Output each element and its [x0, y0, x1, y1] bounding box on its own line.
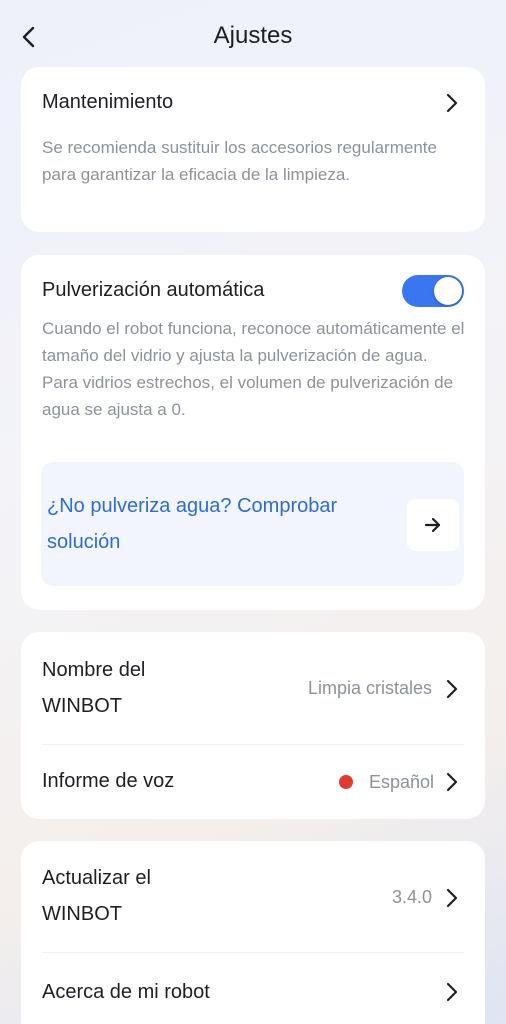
troubleshoot-link[interactable]: ¿No pulveriza agua? Comprobar solución: [41, 462, 464, 586]
auto-spray-card: Pulverización automática Cuando el robot…: [21, 255, 485, 610]
troubleshoot-arrow-button[interactable]: [407, 499, 459, 551]
header: Ajustes: [0, 0, 506, 72]
maintenance-title: Mantenimiento: [42, 91, 174, 113]
firmware-version: 3.4.0: [391, 887, 432, 907]
robot-name-value: Limpia cristales: [307, 678, 432, 698]
page-title: Ajustes: [213, 22, 293, 49]
system-card: Actualizar el WINBOT 3.4.0 Acerca de mi …: [21, 841, 485, 1024]
toggle-knob: [434, 277, 462, 305]
device-card: Nombre del WINBOT Limpia cristales Infor…: [21, 632, 485, 819]
arrow-right-icon: [424, 517, 441, 533]
about-robot-row[interactable]: Acerca de mi robot: [21, 953, 485, 1024]
robot-name-label: Nombre del WINBOT: [42, 659, 146, 717]
chevron-right-icon: [442, 980, 462, 1004]
chevron-right-icon: [442, 677, 462, 701]
voice-report-row[interactable]: Informe de voz Español: [21, 745, 485, 819]
auto-spray-description: Cuando el robot funciona, reconoce autom…: [42, 319, 465, 419]
auto-spray-toggle[interactable]: [402, 275, 464, 307]
auto-spray-title: Pulverización automática: [42, 279, 265, 301]
chevron-right-icon: [442, 770, 462, 794]
chevron-right-icon: [442, 91, 462, 115]
update-label: Actualizar el WINBOT: [42, 867, 151, 925]
troubleshoot-text: ¿No pulveriza agua? Comprobar solución: [47, 495, 338, 553]
voice-status-dot: [339, 775, 353, 789]
maintenance-card[interactable]: Mantenimiento Se recomienda sustituir lo…: [21, 67, 485, 232]
maintenance-description: Se recomienda sustituir los accesorios r…: [42, 138, 437, 184]
chevron-right-icon: [442, 886, 462, 910]
voice-report-label: Informe de voz: [42, 770, 175, 792]
about-robot-label: Acerca de mi robot: [42, 981, 210, 1003]
voice-language-value: Español: [368, 772, 434, 792]
robot-name-row[interactable]: Nombre del WINBOT Limpia cristales: [21, 632, 485, 744]
update-row[interactable]: Actualizar el WINBOT 3.4.0: [21, 841, 485, 953]
